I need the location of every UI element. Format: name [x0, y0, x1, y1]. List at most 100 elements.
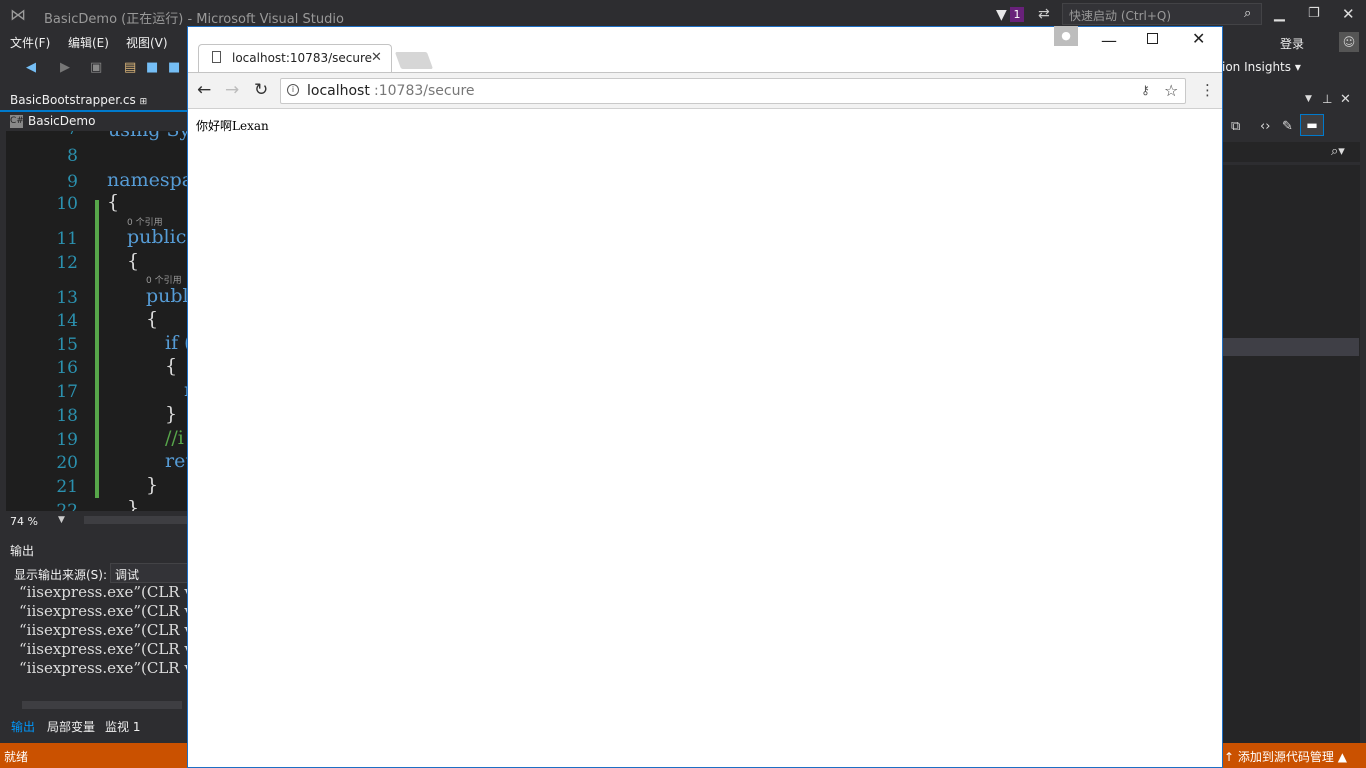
change-tracking-bar: [95, 200, 99, 498]
output-line: “iisexpress.exe”(CLR v4: [19, 583, 203, 601]
output-line: “iisexpress.exe”(CLR v4: [19, 621, 203, 639]
code-line: {: [146, 308, 159, 330]
vs-window-title: BasicDemo (正在运行) - Microsoft Visual Stud…: [44, 12, 344, 27]
vs-close-button[interactable]: ✕: [1342, 5, 1355, 23]
document-tab-label: BasicBootstrapper.cs: [10, 93, 136, 107]
login-link[interactable]: 登录: [1280, 35, 1304, 52]
line-number: 17: [56, 382, 78, 402]
code-line: if (: [165, 332, 188, 354]
line-number: 10: [56, 194, 78, 214]
account-icon[interactable]: ☺: [1339, 32, 1359, 52]
line-number: 22: [56, 501, 78, 511]
new-tab-button[interactable]: [394, 52, 434, 69]
wrench-icon[interactable]: ✎: [1282, 119, 1293, 134]
code-line: }: [146, 474, 159, 496]
editor-horizontal-scrollbar[interactable]: [84, 516, 188, 524]
notification-filter-icon[interactable]: ▼: [996, 7, 1007, 23]
tab-watch-1[interactable]: 监视 1: [105, 718, 140, 735]
chevron-down-icon[interactable]: ▼: [58, 515, 65, 525]
zoom-level[interactable]: 74 %: [10, 515, 38, 528]
vs-minimize-button[interactable]: ▁: [1274, 6, 1285, 22]
menu-view[interactable]: 视图(V): [126, 34, 168, 51]
panel-close-icon[interactable]: ✕: [1340, 92, 1351, 107]
open-folder-icon[interactable]: ▤: [124, 60, 136, 75]
page-icon: [212, 51, 221, 63]
output-line: “iisexpress.exe”(CLR v4: [19, 640, 203, 658]
browser-tab-title: localhost:10783/secure: [232, 51, 373, 65]
line-number: 21: [56, 477, 78, 497]
line-number: 11: [56, 229, 78, 249]
line-number: 20: [56, 453, 78, 473]
copy-icon[interactable]: ⧉: [1231, 119, 1240, 134]
code-line: namespa: [107, 169, 188, 191]
reload-icon[interactable]: ↻: [254, 80, 268, 100]
document-tab-underline: [0, 110, 188, 112]
back-arrow-icon[interactable]: ←: [197, 80, 211, 100]
output-line: “iisexpress.exe”(CLR v4: [19, 659, 203, 677]
tab-output[interactable]: 输出: [11, 718, 35, 735]
browser-close-button[interactable]: ✕: [1192, 29, 1205, 48]
chevron-up-icon: ▲: [1337, 750, 1347, 764]
browser-window: [187, 26, 1223, 768]
save-all-icon[interactable]: ■: [168, 60, 180, 75]
vs-restore-button[interactable]: ❐: [1308, 6, 1320, 21]
panel-selected-row[interactable]: [1222, 338, 1359, 356]
output-source-label: 显示输出来源(S):: [14, 568, 108, 582]
code-line: {: [127, 250, 140, 272]
key-icon[interactable]: ⚷: [1141, 83, 1150, 97]
output-source-select[interactable]: 调试: [110, 563, 188, 583]
code-line: {: [107, 191, 120, 213]
application-insights-button[interactable]: ion Insights ▾: [1222, 60, 1301, 74]
code-token: using Sys: [108, 131, 188, 141]
browser-maximize-button[interactable]: [1147, 33, 1158, 44]
line-number: 18: [56, 406, 78, 426]
code-line: {: [165, 355, 178, 377]
pin-icon[interactable]: ⊞: [140, 97, 148, 107]
page-greeting-text: 你好啊Lexan: [196, 119, 269, 133]
code-line: publ: [146, 285, 188, 307]
navigate-back-icon[interactable]: ◀: [26, 60, 36, 75]
quick-launch-input[interactable]: 快速启动 (Ctrl+Q): [1062, 3, 1262, 25]
notification-badge[interactable]: 1: [1010, 7, 1024, 22]
code-line: //i: [165, 427, 184, 449]
code-line: public: [127, 226, 187, 248]
document-tab[interactable]: BasicBootstrapper.cs ⊞: [4, 90, 154, 110]
code-line: using Sys: [108, 131, 188, 141]
menu-file[interactable]: 文件(F): [10, 34, 50, 51]
tab-close-icon[interactable]: ✕: [371, 50, 382, 65]
line-number: 12: [56, 253, 78, 273]
output-pane-title: 输出: [10, 544, 35, 558]
code-line: }: [165, 403, 178, 425]
forward-arrow-icon[interactable]: →: [225, 80, 239, 100]
save-icon[interactable]: ■: [146, 60, 158, 75]
more-menu-icon[interactable]: ⋮: [1200, 81, 1215, 99]
browser-minimize-button[interactable]: —: [1101, 31, 1117, 50]
tab-locals[interactable]: 局部变量: [47, 718, 95, 735]
code-view-icon[interactable]: ‹›: [1260, 119, 1270, 134]
add-to-source-control-button[interactable]: ↑ 添加到源代码管理 ▲: [1224, 748, 1347, 765]
new-project-icon[interactable]: ▣: [90, 60, 102, 75]
project-dropdown[interactable]: BasicDemo: [28, 114, 95, 128]
source-control-label: 添加到源代码管理: [1237, 750, 1334, 764]
code-line: }: [127, 497, 140, 511]
line-number: 9: [67, 172, 78, 192]
line-number: 15: [56, 335, 78, 355]
url-path: :10783/secure: [374, 83, 475, 99]
application-insights-label: ion Insights: [1222, 60, 1292, 74]
bookmark-star-icon[interactable]: ☆: [1164, 81, 1178, 100]
profile-icon[interactable]: ●: [1054, 26, 1078, 46]
collapse-icon[interactable]: ▬: [1300, 114, 1324, 136]
search-icon[interactable]: ⌕▾: [1331, 144, 1345, 159]
menu-edit[interactable]: 编辑(E): [68, 34, 109, 51]
navigate-forward-icon[interactable]: ▶: [60, 60, 70, 75]
line-number: 19: [56, 430, 78, 450]
panel-dropdown-icon[interactable]: ▼: [1305, 94, 1312, 104]
panel-content: [1222, 165, 1360, 743]
output-horizontal-scrollbar[interactable]: [22, 701, 182, 709]
arrow-up-icon: ↑: [1224, 750, 1235, 764]
feedback-icon[interactable]: ⇄: [1038, 6, 1050, 22]
visual-studio-logo-icon: ⋈: [10, 5, 26, 24]
search-icon[interactable]: ⌕: [1244, 6, 1251, 21]
info-icon[interactable]: i: [287, 84, 299, 96]
pin-icon[interactable]: ⊥: [1322, 92, 1332, 106]
